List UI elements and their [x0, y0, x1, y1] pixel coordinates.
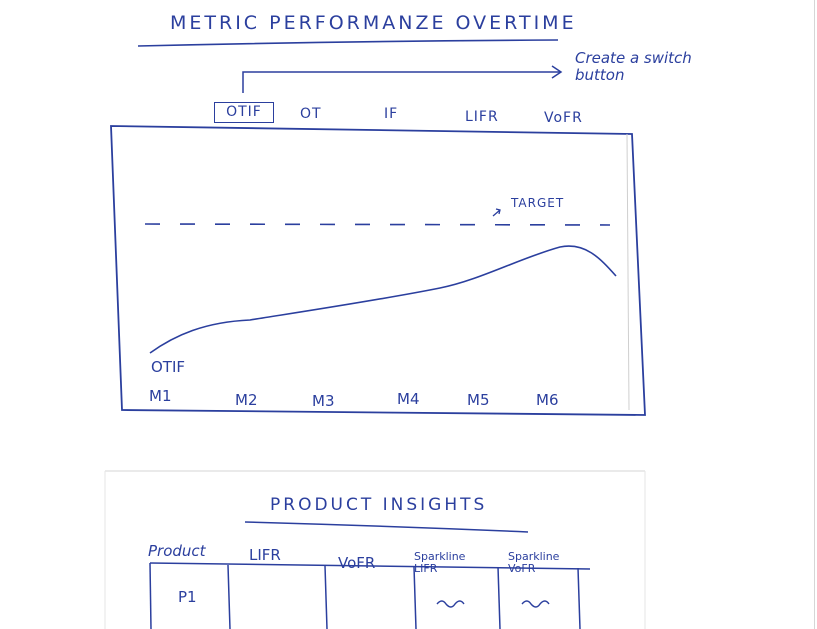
chart-inner-faint-line — [626, 133, 630, 411]
table-cell-product: P1 — [178, 588, 197, 606]
column-header-vofr: VoFR — [338, 554, 376, 572]
switch-arrow-line — [242, 71, 560, 93]
x-tick-label: M5 — [467, 391, 490, 409]
x-tick-label: M3 — [312, 392, 335, 410]
tab-ot[interactable]: OT — [300, 106, 322, 122]
x-tick-label: M4 — [397, 390, 420, 408]
column-header-sparkline-lifr: Sparkline LIFR — [414, 550, 466, 575]
x-tick-label: M2 — [235, 391, 258, 409]
insights-title: PRODUCT INSIGHTS — [270, 495, 488, 515]
column-header-lifr: LIFR — [249, 546, 281, 564]
tab-otif[interactable]: OTIF — [214, 102, 274, 123]
page-edge-line — [814, 0, 815, 629]
column-header-product: Product — [148, 542, 206, 560]
insights-underline — [244, 521, 529, 533]
tab-lifr[interactable]: LIFR — [465, 109, 499, 125]
target-label: TARGET — [511, 196, 565, 210]
tab-if[interactable]: IF — [384, 106, 398, 122]
column-header-sparkline-vofr: Sparkline VoFR — [508, 550, 560, 575]
table-col-line-5 — [577, 567, 581, 629]
x-tick-label: M1 — [149, 387, 172, 405]
table-col-line-2 — [324, 565, 328, 629]
otif-line — [149, 245, 617, 354]
sparkline-vofr — [521, 600, 550, 608]
table-col-line-3 — [413, 566, 417, 629]
tab-vofr[interactable]: VoFR — [544, 110, 583, 126]
series-label: OTIF — [151, 358, 186, 376]
sparkline-lifr — [436, 600, 465, 608]
switch-note: Create a switch button — [575, 49, 692, 84]
table-col-line-0 — [149, 562, 152, 629]
page-title: METRIC PERFORMANZE OVERTIME — [170, 12, 577, 34]
x-tick-label: M6 — [536, 391, 559, 409]
sketch-canvas — [104, 39, 646, 629]
target-line — [144, 223, 611, 226]
table-col-line-1 — [227, 564, 231, 629]
target-pointer-arrow — [492, 208, 501, 217]
chart-frame — [110, 125, 646, 416]
title-underline — [137, 39, 559, 47]
table-col-line-4 — [497, 566, 501, 629]
